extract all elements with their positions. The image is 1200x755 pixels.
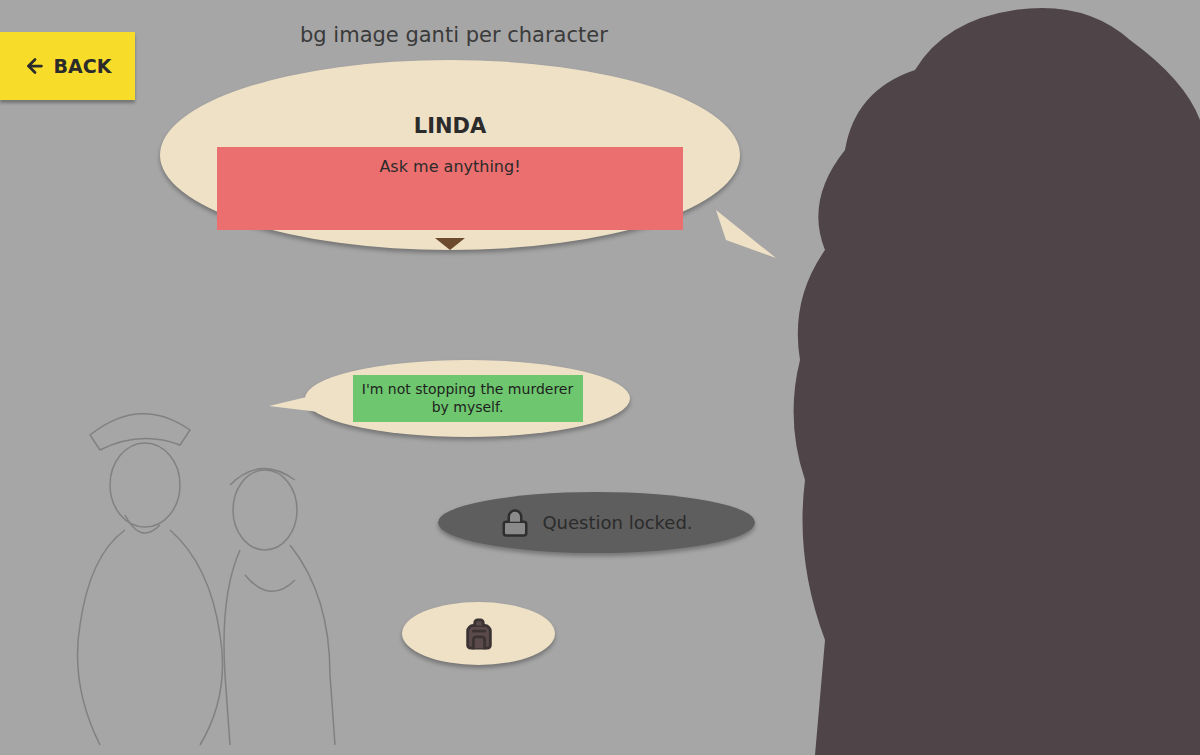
answer-option[interactable]: I'm not stopping the murderer by myself. <box>305 360 630 437</box>
continue-arrow-icon[interactable] <box>435 238 465 250</box>
speaker-name: LINDA <box>414 114 486 139</box>
back-button[interactable]: BACK <box>0 32 135 100</box>
bubble-tail-icon <box>716 210 776 260</box>
dialogue-bubble[interactable]: LINDA Ask me anything! <box>160 60 740 250</box>
backpack-icon <box>462 617 496 651</box>
dialogue-text-box: Ask me anything! <box>217 147 683 230</box>
character-silhouette-icon <box>785 0 1200 755</box>
answer-text-box: I'm not stopping the murderer by myself. <box>353 375 583 422</box>
character-sketch-icon <box>30 395 360 755</box>
inventory-button[interactable] <box>402 602 555 665</box>
screen-note: bg image ganti per character <box>300 0 608 50</box>
locked-label: Question locked. <box>542 509 692 536</box>
bubble-tail-icon <box>269 394 319 414</box>
dialogue-screen: BACK bg image ganti per character LINDA Ask… <box>0 0 1200 755</box>
locked-question: Question locked. <box>438 492 755 553</box>
arrow-left-icon <box>24 55 46 77</box>
lock-icon <box>500 508 530 538</box>
